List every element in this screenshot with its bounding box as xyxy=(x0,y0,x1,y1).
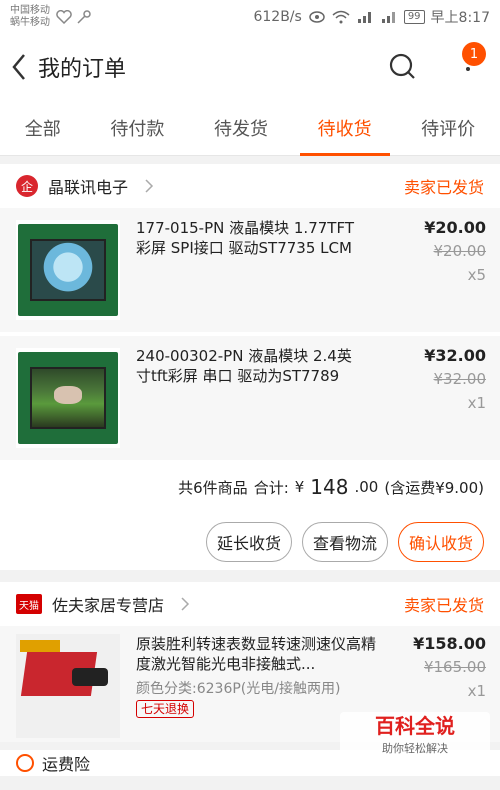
carrier-1: 中国移动 xyxy=(10,5,50,16)
clock: 早上8:17 xyxy=(430,10,490,26)
total-decimal: .00 xyxy=(354,478,379,496)
confirm-receipt-button[interactable]: 确认收货 xyxy=(397,522,484,562)
product-spec: 颜色分类:6236P(光电/接触两用) xyxy=(136,681,341,697)
shop-header[interactable]: 天猫 佐夫家居专营店 卖家已发货 xyxy=(0,582,500,626)
product-title: 177-015-PN 液晶模块 1.77TFT彩屏 SPI接口 驱动ST7735… xyxy=(136,219,354,257)
search-icon xyxy=(389,53,415,79)
product-quantity: x1 xyxy=(467,682,486,700)
watermark: 百科全说 助你轻松解决 xyxy=(340,712,490,762)
shop-logo: 企 xyxy=(16,175,38,197)
shop-name: 佐夫家居专营店 xyxy=(52,596,165,615)
tab-pending-payment[interactable]: 待付款 xyxy=(104,100,170,156)
notification-badge: 1 xyxy=(462,42,486,66)
shop-name: 晶联讯电子 xyxy=(48,178,129,197)
network-speed: 612B/s xyxy=(253,9,302,25)
product-price: ¥32.00 xyxy=(424,346,486,365)
product-price: ¥20.00 xyxy=(424,218,486,237)
total-currency: ¥ xyxy=(294,478,305,496)
total-label: 合计: xyxy=(253,478,289,497)
product-quantity: x1 xyxy=(467,394,486,412)
battery-icon: 99 xyxy=(403,10,425,24)
product-image xyxy=(16,348,120,448)
order-card: 企 晶联讯电子 卖家已发货 177-015-PN 液晶模块 1.77TFT彩屏 … xyxy=(0,164,500,570)
product-original-price: ¥20.00 xyxy=(433,242,487,260)
product-original-price: ¥165.00 xyxy=(423,658,486,676)
watermark-subtitle: 助你轻松解决 xyxy=(382,742,448,755)
heart-icon xyxy=(56,10,72,24)
app-header: 我的订单 1 xyxy=(0,34,500,100)
item-count: 共6件商品 xyxy=(178,478,248,497)
signal-2g-icon xyxy=(381,12,395,23)
product-original-price: ¥32.00 xyxy=(433,370,487,388)
order-status: 卖家已发货 xyxy=(403,178,484,197)
product-quantity: x5 xyxy=(467,266,486,284)
product-title: 240-00302-PN 液晶模块 2.4英寸tft彩屏 串口 驱动为ST778… xyxy=(136,347,352,385)
chevron-right-icon xyxy=(181,597,190,611)
product-image xyxy=(16,220,120,320)
status-bar: 中国移动 蜗牛移动 612B/s 99 早上8:17 xyxy=(0,0,500,34)
more-dot-icon xyxy=(466,67,470,71)
chevron-right-icon xyxy=(145,179,154,193)
order-summary: 共6件商品 合计: ¥148 .00 (含运费¥9.00) xyxy=(0,460,500,514)
extend-receipt-button[interactable]: 延长收货 xyxy=(205,522,292,562)
product-image xyxy=(16,634,120,738)
tmall-logo: 天猫 xyxy=(16,594,42,614)
watermark-title: 百科全说 xyxy=(375,714,455,738)
carrier-2: 蜗牛移动 xyxy=(10,17,50,28)
order-status: 卖家已发货 xyxy=(403,596,484,615)
search-button[interactable] xyxy=(386,50,420,84)
chevron-left-icon xyxy=(12,54,25,80)
back-button[interactable] xyxy=(2,47,36,87)
insurance-label: 运费险 xyxy=(42,755,91,774)
signal-4g-icon xyxy=(357,12,371,23)
tab-pending-shipment[interactable]: 待发货 xyxy=(208,100,274,156)
insurance-icon xyxy=(16,754,34,772)
key-icon xyxy=(77,10,91,24)
order-actions: 延长收货 查看物流 确认收货 xyxy=(0,514,500,570)
carrier-info: 中国移动 蜗牛移动 xyxy=(10,5,50,29)
product-title: 原装胜利转速表数显转速测速仪高精度激光智能光电非接触式... xyxy=(136,635,377,673)
tab-pending-receipt[interactable]: 待收货 xyxy=(299,100,390,156)
order-item[interactable]: 240-00302-PN 液晶模块 2.4英寸tft彩屏 串口 驱动为ST778… xyxy=(0,336,500,460)
tab-pending-review[interactable]: 待评价 xyxy=(415,100,481,156)
return-badge: 七天退换 xyxy=(136,700,195,718)
shop-header[interactable]: 企 晶联讯电子 卖家已发货 xyxy=(0,164,500,208)
order-tabs: 全部 待付款 待发货 待收货 待评价 xyxy=(0,100,500,156)
order-item[interactable]: 177-015-PN 液晶模块 1.77TFT彩屏 SPI接口 驱动ST7735… xyxy=(0,208,500,332)
tab-all[interactable]: 全部 xyxy=(19,100,67,156)
product-price: ¥158.00 xyxy=(413,634,486,653)
eye-icon xyxy=(309,11,325,23)
page-title: 我的订单 xyxy=(38,57,127,82)
total-amount: 148 xyxy=(310,475,349,499)
shipping-fee: (含运费¥9.00) xyxy=(384,478,484,497)
wifi-icon xyxy=(332,10,350,24)
view-logistics-button[interactable]: 查看物流 xyxy=(301,522,388,562)
